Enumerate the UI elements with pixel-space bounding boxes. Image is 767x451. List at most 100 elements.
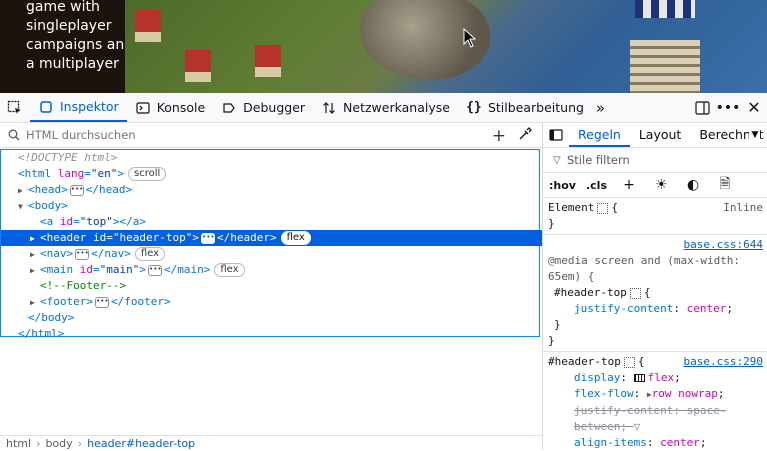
close-devtools-button[interactable]: ✕ xyxy=(741,93,767,122)
house-image xyxy=(135,10,161,42)
dock-side-icon xyxy=(694,100,710,115)
ship-image xyxy=(630,40,700,93)
tree-row-a[interactable]: <a id="top"></a> xyxy=(1,214,578,230)
more-tabs-button[interactable]: » xyxy=(592,93,609,122)
markup-panel: + <!DOCTYPE html> <html lang="en">scroll… xyxy=(0,123,568,451)
comment-text: <!--Footer--> xyxy=(40,279,127,292)
chevron-right-icon: › xyxy=(36,437,41,450)
breadcrumb-item[interactable]: body xyxy=(45,437,72,450)
dropdown-arrow-icon[interactable]: ▼ xyxy=(749,130,761,140)
rules-panel: Regeln Layout Berechnet ▼ ▽ Stile filter… xyxy=(542,123,767,450)
tree-row-body-close[interactable]: </body> xyxy=(1,310,566,326)
dark-scheme-button[interactable]: ◐ xyxy=(681,177,703,193)
grid-icon xyxy=(597,202,609,214)
chevron-right-icon: › xyxy=(77,437,83,450)
toolbar-right: ••• ✕ xyxy=(689,93,767,122)
collapsed-ellipsis-icon[interactable]: ••• xyxy=(148,264,162,276)
document-icon: 🗎 xyxy=(719,176,731,192)
breadcrumb: html › body › header#header-top xyxy=(0,435,542,451)
mouse-cursor-icon xyxy=(463,28,477,48)
devtools-toolbar: Inspektor Konsole Debugger Netzwerkanaly… xyxy=(0,93,767,123)
filter-icon[interactable]: ▽ xyxy=(634,419,641,435)
rule-media: base.css:644 @media screen and (max-widt… xyxy=(543,235,767,352)
rule-property[interactable]: display: flex; xyxy=(548,370,761,386)
preview-intro-text: game with singleplayer campaigns and a m… xyxy=(26,0,134,72)
rule-source-link[interactable]: base.css:290 xyxy=(684,354,763,370)
tree-row-footer[interactable]: ▶ <footer> ••• </footer> xyxy=(1,294,568,310)
tab-label: Netzwerkanalyse xyxy=(343,100,450,115)
flex-badge[interactable]: flex xyxy=(280,231,311,245)
breadcrumb-item[interactable]: html xyxy=(6,437,31,450)
rule-brace: { xyxy=(611,201,618,214)
close-icon: ✕ xyxy=(747,98,761,117)
eyedropper-button[interactable] xyxy=(518,127,532,144)
expand-arrow-icon[interactable]: ▶ xyxy=(30,247,40,263)
collapsed-ellipsis-icon[interactable]: ••• xyxy=(69,184,84,196)
grid-icon xyxy=(623,356,635,368)
console-icon xyxy=(135,100,151,116)
html-search-input[interactable] xyxy=(24,127,428,143)
collapsed-ellipsis-icon[interactable]: ••• xyxy=(75,248,90,260)
tab-netzwerkanalyse[interactable]: Netzwerkanalyse xyxy=(313,93,458,122)
add-rule-button[interactable]: + xyxy=(617,177,639,193)
dom-tree: <!DOCTYPE html> <html lang="en"> scroll ▶… xyxy=(0,149,568,340)
tab-inspektor[interactable]: Inspektor xyxy=(30,93,127,122)
rule-property-overridden[interactable]: justify-content: space-between; ▽ xyxy=(548,403,761,435)
filter-icon: ▽ xyxy=(553,154,561,166)
flex-badge[interactable]: flex xyxy=(134,247,166,261)
doctype-text: <!DOCTYPE html> xyxy=(18,151,118,164)
tree-row-head[interactable]: ▶ <head> ••• </head> xyxy=(1,182,556,198)
tab-layout[interactable]: Layout xyxy=(630,123,691,147)
banner-image xyxy=(635,0,695,18)
expand-arrow-icon[interactable]: ▶ xyxy=(30,295,40,311)
collapsed-ellipsis-icon[interactable]: ••• xyxy=(95,296,109,308)
tab-label: Konsole xyxy=(156,100,206,115)
add-node-button[interactable]: + xyxy=(492,126,506,146)
grid-icon xyxy=(629,287,641,299)
element-picker-button[interactable] xyxy=(0,93,30,122)
plus-icon: + xyxy=(623,177,635,193)
print-media-button[interactable]: 🗎 xyxy=(713,173,735,197)
sidebar-toggle-icon xyxy=(549,129,563,141)
tab-konsole[interactable]: Konsole xyxy=(127,93,213,122)
tree-row-html[interactable]: <html lang="en"> scroll xyxy=(1,166,556,182)
rule-selector: #header-top xyxy=(548,355,621,368)
dock-toggle-button[interactable] xyxy=(689,93,715,122)
rule-selector: #header-top xyxy=(554,286,627,299)
scroll-badge[interactable]: scroll xyxy=(128,167,167,181)
breadcrumb-item-current[interactable]: header#header-top xyxy=(87,437,195,450)
tree-row-doctype[interactable]: <!DOCTYPE html> xyxy=(1,150,556,166)
network-icon xyxy=(321,100,337,116)
rule-property[interactable]: flex-flow: ▶row nowrap; xyxy=(548,386,761,403)
tab-debugger[interactable]: Debugger xyxy=(213,93,313,122)
flex-badge[interactable]: flex xyxy=(214,263,245,277)
expand-arrow-icon[interactable]: ▶ xyxy=(18,183,28,199)
flexbox-icon[interactable] xyxy=(633,374,645,382)
tab-stilbearbeitung[interactable]: {} Stilbearbeitung xyxy=(458,93,592,122)
tree-row-html-close[interactable]: </html> xyxy=(1,326,556,342)
rule-selector: Element xyxy=(548,201,595,214)
class-toggle[interactable]: .cls xyxy=(586,179,607,192)
more-options-button[interactable]: ••• xyxy=(715,93,741,122)
styles-filter-input[interactable]: Stile filtern xyxy=(567,153,630,167)
rules-toolbar: :hov .cls + ☀ ◐ 🗎 xyxy=(543,173,767,198)
pseudo-class-toggle[interactable]: :hov xyxy=(549,179,576,192)
tree-row-header-selected[interactable]: ▶ <header id="header-top"> ••• </header> fle… xyxy=(1,230,568,246)
tree-row-body[interactable]: ▼ <body> xyxy=(1,198,556,214)
tree-row-comment[interactable]: <!--Footer--> xyxy=(1,278,578,294)
tab-regeln[interactable]: Regeln xyxy=(569,123,630,147)
collapsed-ellipsis-icon[interactable]: ••• xyxy=(200,232,215,244)
expand-arrow-icon[interactable]: ▶ xyxy=(30,231,40,247)
light-scheme-button[interactable]: ☀ xyxy=(649,177,671,193)
media-query: @media screen and (max-width: 65em) { xyxy=(548,254,741,283)
tree-row-main[interactable]: ▶ <main id="main"> ••• </main> flex xyxy=(1,262,568,278)
toggle-sidebar-button[interactable] xyxy=(543,129,569,141)
tree-row-nav[interactable]: ▶ <nav> ••• </nav> flex xyxy=(1,246,568,262)
collapse-arrow-icon[interactable]: ▼ xyxy=(18,199,28,215)
expand-arrow-icon[interactable]: ▶ xyxy=(30,263,40,279)
rule-property[interactable]: align-items: center; xyxy=(548,435,761,450)
plus-icon: + xyxy=(491,126,506,146)
rule-source-link[interactable]: base.css:644 xyxy=(684,238,763,251)
rule-property[interactable]: justify-content: center; xyxy=(548,301,761,317)
debugger-icon xyxy=(221,100,237,116)
